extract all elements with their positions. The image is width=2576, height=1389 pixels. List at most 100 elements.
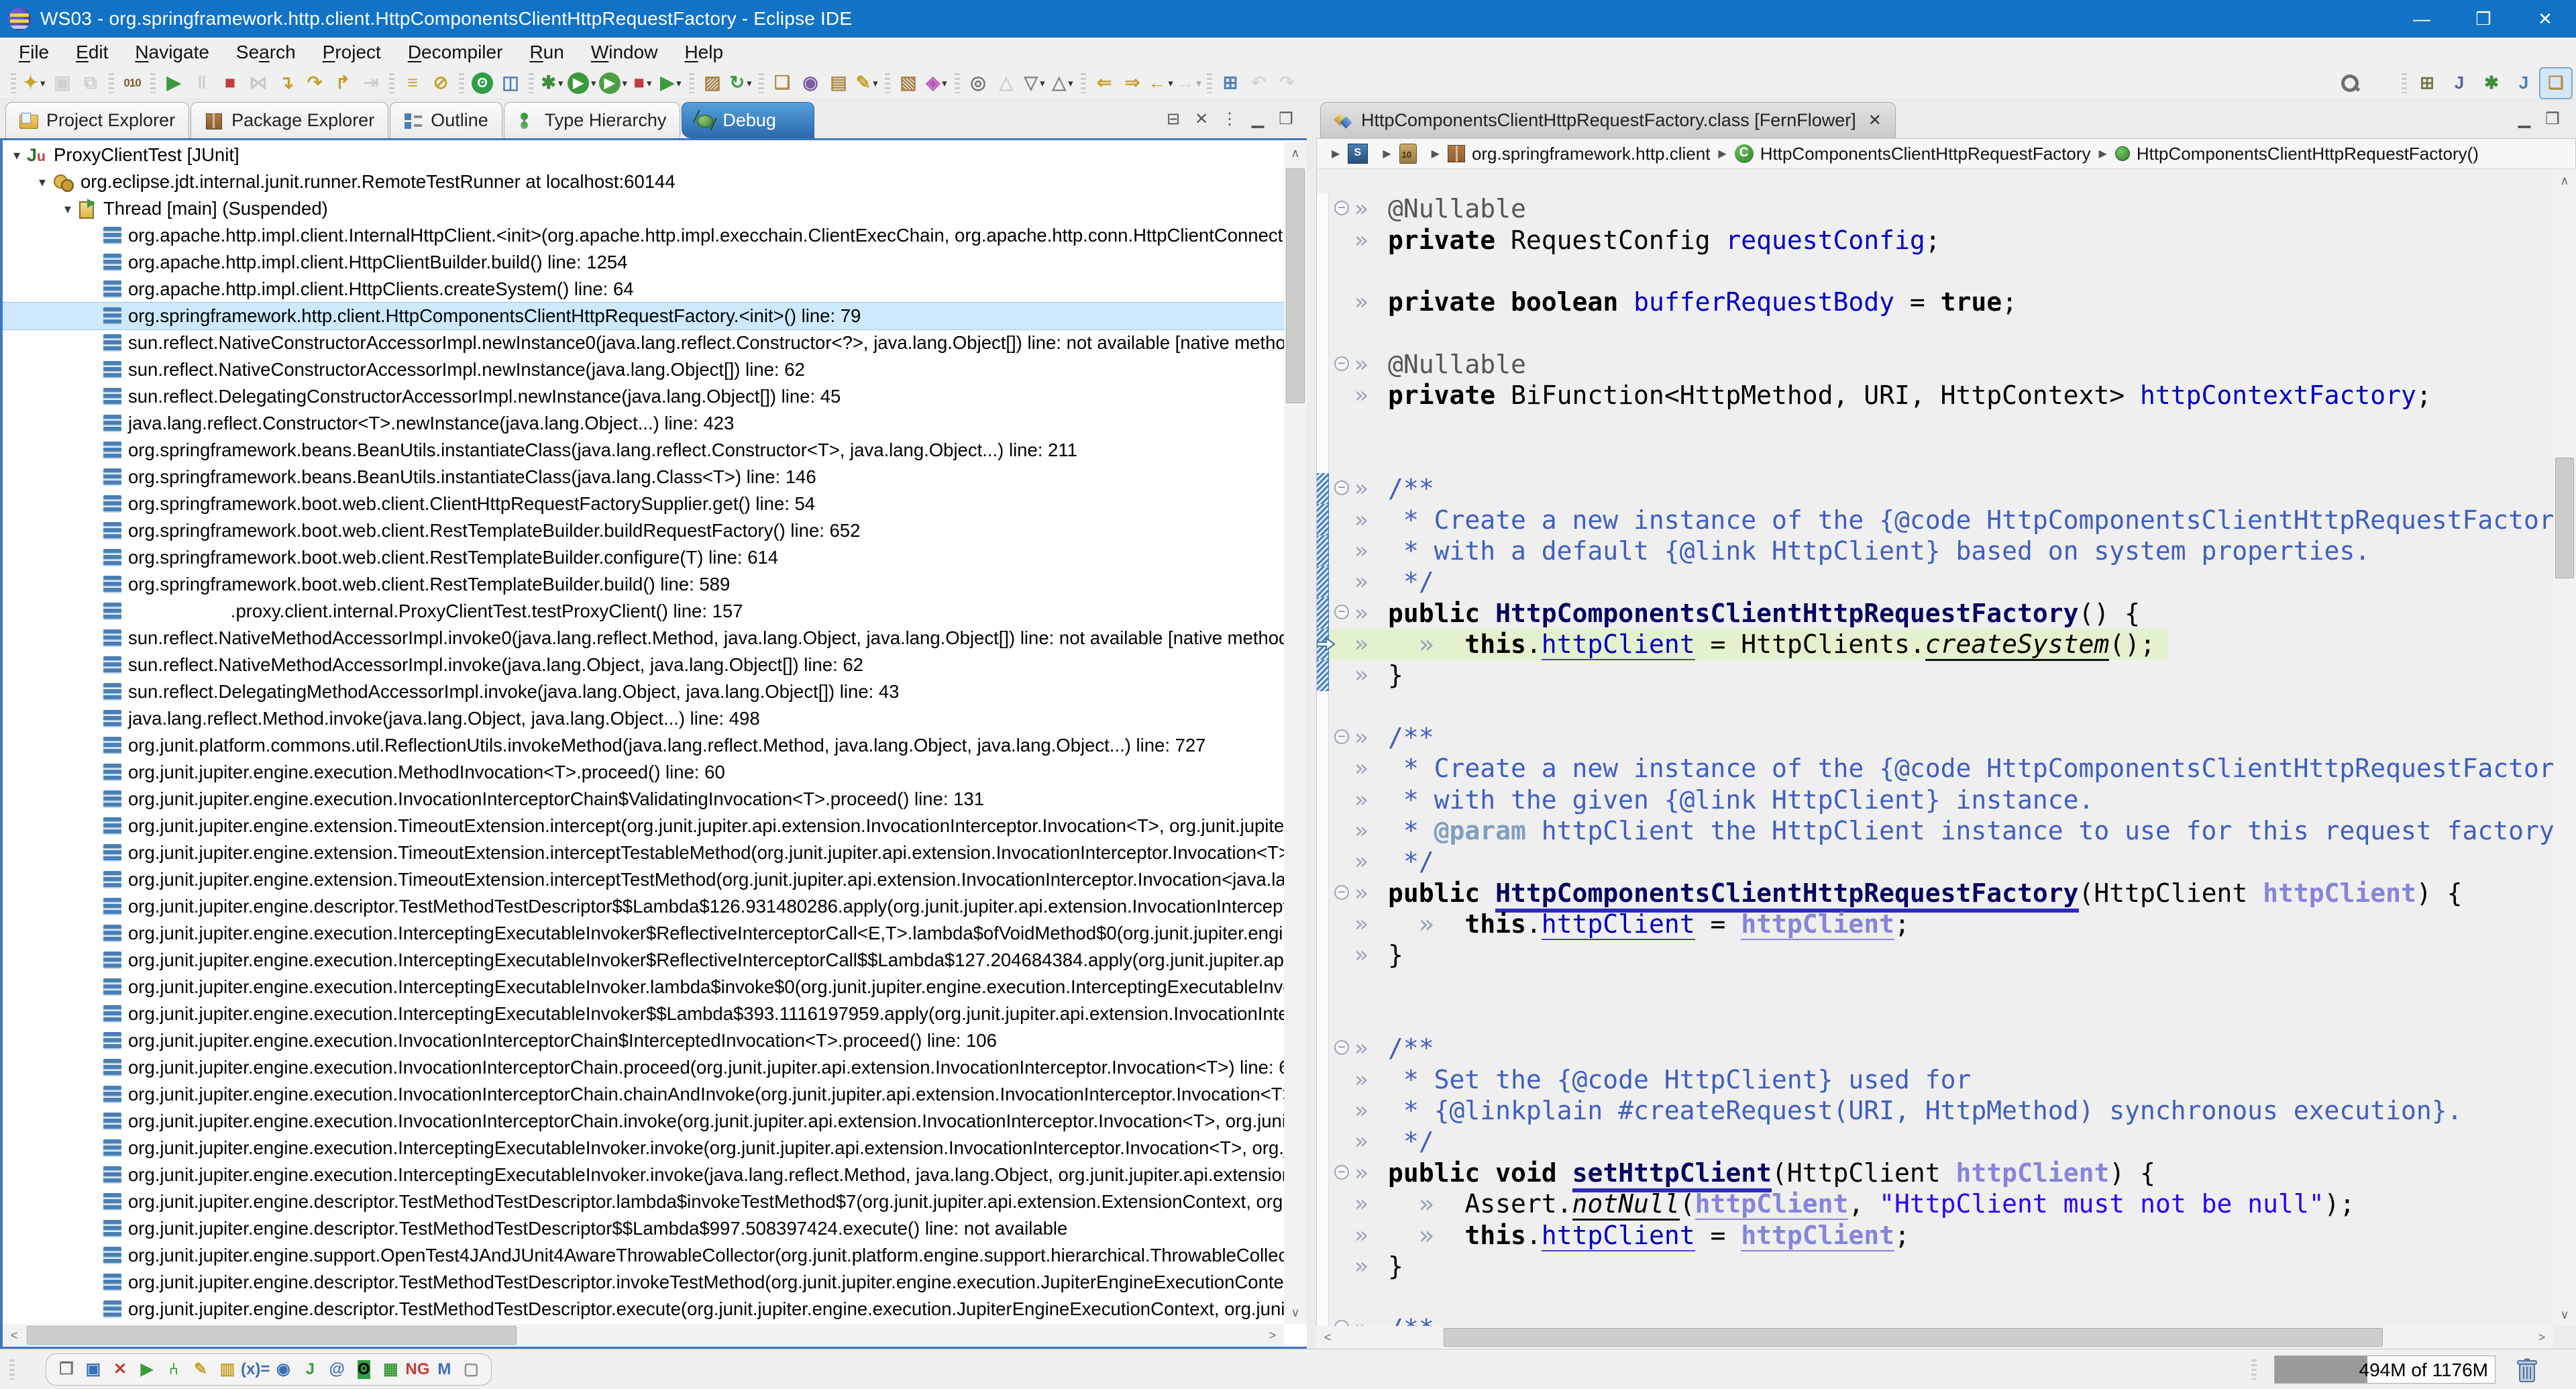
stack-frame-row[interactable]: sun.reflect.NativeMethodAccessorImpl.inv… xyxy=(3,625,1284,652)
stack-frame-row[interactable]: org.junit.jupiter.engine.descriptor.Test… xyxy=(3,1296,1284,1323)
editor-tab[interactable]: HttpComponentsClientHttpRequestFactory.c… xyxy=(1320,102,1896,138)
coverage-icon[interactable]: ▶▾ xyxy=(598,69,629,97)
stack-frame-row[interactable]: org.junit.jupiter.engine.execution.Inter… xyxy=(3,1135,1284,1162)
stack-frame-row[interactable]: org.apache.http.impl.client.HttpClients.… xyxy=(3,276,1284,303)
stack-frame-row[interactable]: org.junit.jupiter.engine.descriptor.Test… xyxy=(3,1188,1284,1215)
terminate-icon[interactable]: ■ xyxy=(216,69,244,97)
step-into-icon[interactable]: ↴ xyxy=(272,69,301,97)
save-icon[interactable]: ▣ xyxy=(48,69,76,97)
menu-help[interactable]: Help xyxy=(671,38,737,67)
stack-frame-row[interactable]: org.junit.jupiter.engine.extension.Timeo… xyxy=(3,866,1284,893)
stack-frame-row[interactable]: org.junit.jupiter.engine.execution.Inter… xyxy=(3,1000,1284,1027)
menu-edit[interactable]: Edit xyxy=(62,38,121,67)
breadcrumb-item[interactable] xyxy=(1399,144,1424,164)
menu-decompiler[interactable]: Decompiler xyxy=(394,38,517,67)
code-editor[interactable]: −»@Nullable»private RequestConfig reques… xyxy=(1316,169,2553,1326)
search-icon[interactable] xyxy=(2336,69,2364,97)
undo-icon[interactable]: ↶ xyxy=(1244,69,1273,97)
last-edit-back-icon[interactable]: ⇐ xyxy=(1090,69,1118,97)
maximize-button[interactable]: ❒ xyxy=(2453,0,2514,38)
tree-expanded-chevron-icon[interactable]: ▾ xyxy=(58,201,78,217)
step-over-icon[interactable]: ↷ xyxy=(301,69,329,97)
stack-frame-row[interactable]: java.lang.reflect.Constructor<T>.newInst… xyxy=(3,410,1284,437)
tab-debug[interactable]: Debug xyxy=(682,102,814,138)
stack-frame-row[interactable]: org.junit.jupiter.engine.extension.Timeo… xyxy=(3,839,1284,866)
stack-frame-row[interactable]: org.junit.jupiter.engine.execution.Invoc… xyxy=(3,1054,1284,1081)
breakpoints-view-icon[interactable]: ◉ xyxy=(270,1356,297,1383)
collapse-fold-icon[interactable]: − xyxy=(1334,1165,1349,1180)
collapse-fold-icon[interactable]: − xyxy=(1334,356,1349,371)
suspend-icon[interactable]: ‖ xyxy=(188,69,216,97)
import-icon[interactable]: ▧ xyxy=(894,69,922,97)
view-menu-icon[interactable]: ⋮ xyxy=(1216,106,1244,132)
breadcrumb-item[interactable]: org.springframework.http.client xyxy=(1448,144,1710,164)
update-decompiled-icon[interactable]: ↻▾ xyxy=(727,69,755,97)
tab-outline[interactable]: Outline xyxy=(390,102,502,138)
stack-frame-row[interactable]: org.junit.jupiter.engine.descriptor.Test… xyxy=(3,893,1284,920)
open-task-icon[interactable]: ▤ xyxy=(824,69,853,97)
open-file-icon[interactable]: ❏ xyxy=(768,69,796,97)
collapse-fold-icon[interactable]: − xyxy=(1334,885,1349,900)
spring-boot-icon[interactable]: ʘ xyxy=(468,69,496,97)
stack-frame-row[interactable]: org.springframework.boot.web.client.Rest… xyxy=(3,517,1284,544)
console-view-icon[interactable]: ▣ xyxy=(80,1356,107,1383)
drop-to-frame-icon[interactable]: ⇥ xyxy=(357,69,385,97)
use-step-filters-icon[interactable]: ⊘ xyxy=(427,69,455,97)
new-window-icon[interactable]: ▢ xyxy=(458,1356,484,1383)
stack-frame-row[interactable]: org.junit.jupiter.engine.execution.Metho… xyxy=(3,759,1284,786)
call-hierarchy-icon[interactable]: ⑃ xyxy=(160,1356,187,1383)
spring-boot-dashboard-icon[interactable]: ʘ xyxy=(350,1356,377,1383)
last-edit-forward-icon[interactable]: ⇒ xyxy=(1118,69,1146,97)
breadcrumb-item[interactable]: HttpComponentsClientHttpRequestFactory() xyxy=(2115,144,2479,164)
previous-annotation-icon[interactable]: △▾ xyxy=(1049,69,1077,97)
open-perspective-icon[interactable]: ⊞ xyxy=(2412,68,2443,98)
editor-horizontal-scrollbar[interactable]: < > xyxy=(1316,1326,2553,1349)
close-tab-icon[interactable]: ✕ xyxy=(1868,111,1882,130)
redo-icon[interactable]: ↷ xyxy=(1273,69,1301,97)
stack-frame-row[interactable]: org.springframework.boot.web.client.Rest… xyxy=(3,544,1284,571)
collapse-fold-icon[interactable]: − xyxy=(1334,729,1349,744)
stack-frame-row[interactable]: org.junit.jupiter.engine.execution.Inter… xyxy=(3,974,1284,1000)
java-perspective-icon[interactable]: J xyxy=(2444,68,2475,98)
collapse-fold-icon[interactable]: − xyxy=(1334,1040,1349,1055)
menu-project[interactable]: Project xyxy=(309,38,394,67)
tab-project-explorer[interactable]: Project Explorer xyxy=(5,102,189,138)
class-file-icon[interactable]: 010 xyxy=(118,69,146,97)
stack-frame-row[interactable]: org.junit.platform.commons.util.Reflecti… xyxy=(3,732,1284,759)
debug-icon[interactable]: ✱▾ xyxy=(538,69,566,97)
stack-frame-row[interactable]: org.junit.jupiter.engine.descriptor.Test… xyxy=(3,1269,1284,1296)
menu-run[interactable]: Run xyxy=(516,38,577,67)
coverage-view-icon[interactable]: ▦ xyxy=(377,1356,404,1383)
java-browsing-perspective-icon[interactable]: J xyxy=(2508,68,2539,98)
stack-frame-row[interactable]: org.springframework.beans.BeanUtils.inst… xyxy=(3,464,1284,491)
stack-frame-row[interactable]: org.springframework.beans.BeanUtils.inst… xyxy=(3,437,1284,464)
next-annotation-icon[interactable]: ▽▾ xyxy=(1020,69,1049,97)
tree-vertical-scrollbar[interactable]: ∧ ∨ xyxy=(1284,142,1307,1324)
resource-perspective-icon[interactable]: ❏ xyxy=(2540,68,2571,98)
tab-type-hierarchy[interactable]: Type Hierarchy xyxy=(504,102,681,138)
inspect-icon[interactable]: ◫ xyxy=(496,69,525,97)
stack-frame-row[interactable]: org.junit.jupiter.engine.execution.Inter… xyxy=(3,947,1284,974)
testng-icon[interactable]: NG xyxy=(404,1356,431,1383)
stack-frame-row[interactable]: org.junit.jupiter.engine.execution.Invoc… xyxy=(3,786,1284,813)
restore-view-icon[interactable]: ❐ xyxy=(53,1356,80,1383)
display-view-icon[interactable]: ▶ xyxy=(133,1356,160,1383)
stack-frame-row[interactable]: org.springframework.boot.web.client.Clie… xyxy=(3,491,1284,517)
stack-frame-row[interactable]: sun.reflect.DelegatingConstructorAccesso… xyxy=(3,383,1284,410)
collapse-fold-icon[interactable]: − xyxy=(1334,480,1349,495)
tree-expanded-chevron-icon[interactable]: ▾ xyxy=(7,147,27,164)
tree-horizontal-scrollbar[interactable]: < > xyxy=(3,1324,1284,1347)
stack-frame-row[interactable]: org.junit.jupiter.engine.support.OpenTes… xyxy=(3,1242,1284,1269)
history-view-icon[interactable]: ▥ xyxy=(214,1356,241,1383)
breadcrumb-item[interactable]: HttpComponentsClientHttpRequestFactory xyxy=(1735,144,2091,164)
collapse-fold-icon[interactable]: − xyxy=(1334,605,1349,619)
new-wizard-icon[interactable]: ✦▾ xyxy=(20,69,48,97)
jmx-console-icon[interactable]: M xyxy=(431,1356,458,1383)
collapse-all-icon[interactable]: ⊟ xyxy=(1159,106,1187,132)
maximize-editor-icon[interactable]: ❒ xyxy=(2538,106,2567,132)
variables-view-icon[interactable]: (x)= xyxy=(241,1356,270,1383)
tree-expanded-chevron-icon[interactable]: ▾ xyxy=(32,174,52,191)
menu-window[interactable]: Window xyxy=(578,38,672,67)
menu-file[interactable]: File xyxy=(5,38,62,67)
stack-frame-row[interactable]: java.lang.reflect.Method.invoke(java.lan… xyxy=(3,705,1284,732)
